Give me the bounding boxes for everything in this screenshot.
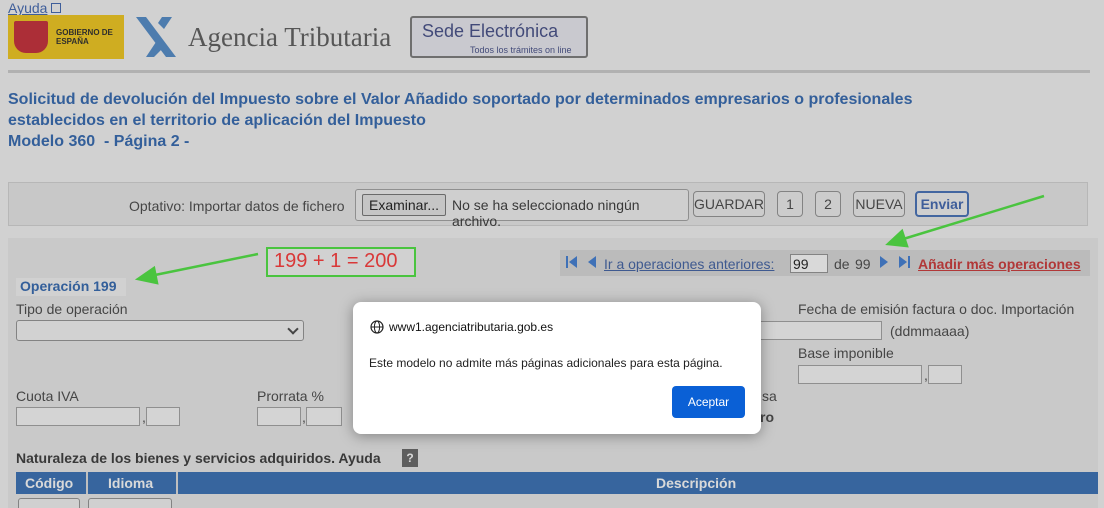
dialog-origin: www1.agenciatributaria.gob.es [389, 320, 554, 334]
globe-icon [370, 320, 384, 334]
dialog-message: Este modelo no admite más páginas adicio… [369, 356, 723, 370]
accept-button[interactable]: Aceptar [672, 386, 745, 418]
alert-dialog: www1.agenciatributaria.gob.es Este model… [353, 302, 761, 434]
